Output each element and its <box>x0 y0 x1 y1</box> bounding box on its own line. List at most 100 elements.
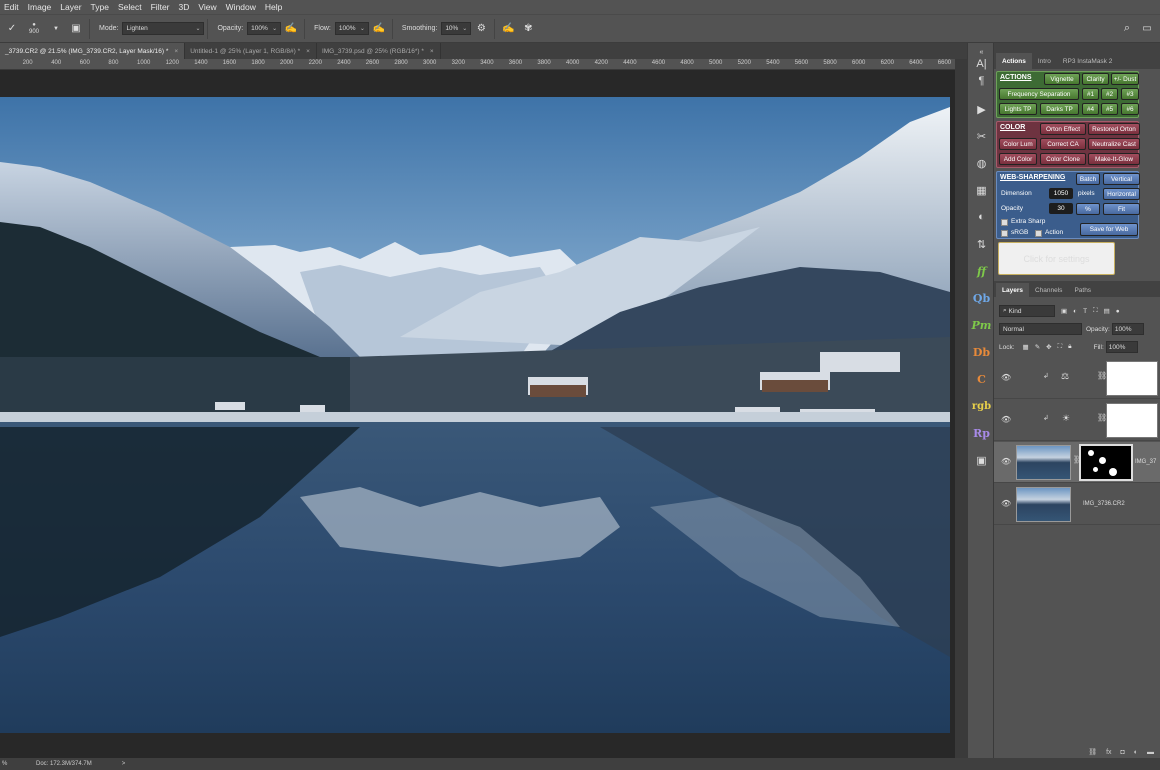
tab-actions[interactable]: Actions <box>996 53 1032 69</box>
lights-tp-button[interactable]: Lights TP <box>999 103 1037 115</box>
swatches-icon[interactable]: ◍ <box>968 154 995 172</box>
shape-filter-icon[interactable]: ⛶ <box>1093 307 1098 315</box>
brush-tool-icon[interactable]: ✓ <box>5 22 19 36</box>
dimension-input[interactable]: 1050 <box>1049 188 1073 199</box>
action-6-button[interactable]: #6 <box>1121 103 1139 115</box>
eye-icon[interactable]: 👁︎ <box>1001 499 1011 508</box>
gear-icon[interactable]: ⚙ <box>474 22 488 36</box>
orton-effect-button[interactable]: Orton Effect <box>1040 123 1086 135</box>
tool-presets-icon[interactable]: ✂ <box>968 127 995 145</box>
db-plugin-icon[interactable]: Db <box>968 343 995 361</box>
close-icon[interactable]: × <box>430 48 434 55</box>
airbrush-icon[interactable]: ✍ <box>372 22 386 36</box>
layer-opacity-field[interactable]: 100% <box>1111 323 1144 335</box>
action-5-button[interactable]: #5 <box>1101 103 1118 115</box>
lock-transparent-icon[interactable]: ▦ <box>1023 343 1029 351</box>
neutralize-cast-button[interactable]: Neutralize Cast <box>1088 138 1140 150</box>
eye-icon[interactable]: 👁︎ <box>1001 457 1011 466</box>
action-4-button[interactable]: #4 <box>1082 103 1099 115</box>
percent-button[interactable]: % <box>1076 203 1100 215</box>
adjustment-filter-icon[interactable]: ◐ <box>1073 308 1077 315</box>
color-header[interactable]: COLOR <box>1000 124 1025 131</box>
histogram-icon[interactable]: ⇅ <box>968 235 995 253</box>
tab-untitled-1[interactable]: Untitled-1 @ 25% (Layer 1, RGB/8#) * × <box>185 43 317 59</box>
make-it-glow-button[interactable]: Make-It-Glow <box>1088 153 1140 165</box>
darks-tp-button[interactable]: Darks TP <box>1040 103 1079 115</box>
actions-header[interactable]: ACTIONS <box>1000 74 1032 81</box>
adjustments-icon[interactable]: ◐ <box>968 208 995 226</box>
opacity-input[interactable]: 30 <box>1049 203 1073 214</box>
pressure-size-icon[interactable]: ✍ <box>501 22 515 36</box>
vertical-scrollbar[interactable] <box>955 59 967 758</box>
symmetry-icon[interactable]: ✾ <box>521 22 535 36</box>
menu-window[interactable]: Window <box>226 2 256 12</box>
mode-select[interactable]: Lighten ⌄ <box>122 22 205 35</box>
document-canvas[interactable] <box>0 97 950 733</box>
chevron-down-icon[interactable]: ▼ <box>49 22 63 36</box>
vertical-button[interactable]: Vertical <box>1103 173 1140 185</box>
eye-icon[interactable]: 👁︎ <box>1001 415 1011 424</box>
tab-layers[interactable]: Layers <box>996 283 1029 297</box>
play-icon[interactable]: ▶ <box>968 100 995 118</box>
brush-settings-icon[interactable]: ▣ <box>69 22 83 36</box>
zoom-level[interactable]: % <box>2 761 32 767</box>
frequency-separation-button[interactable]: Frequency Separation <box>999 88 1079 100</box>
smoothing-field[interactable]: 10% ⌄ <box>441 22 472 35</box>
action-3-button[interactable]: #3 <box>1121 88 1139 100</box>
dust-button[interactable]: +/- Dust <box>1111 73 1139 85</box>
opacity-field[interactable]: 100% ⌄ <box>247 22 282 35</box>
menu-select[interactable]: Select <box>118 2 142 12</box>
status-menu-arrow[interactable]: > <box>122 761 126 767</box>
type-filter-icon[interactable]: T <box>1083 308 1087 315</box>
add-color-button[interactable]: Add Color <box>999 153 1037 165</box>
layer-row-selected[interactable]: 👁︎ ⛓ IMG_37 <box>994 442 1160 483</box>
rgb-plugin-icon[interactable]: rgb <box>968 397 995 415</box>
close-icon[interactable]: × <box>174 48 178 55</box>
menu-3d[interactable]: 3D <box>179 2 190 12</box>
layer-thumbnail[interactable] <box>1016 487 1071 522</box>
vignette-button[interactable]: Vignette <box>1044 73 1080 85</box>
adjustment-layer-icon[interactable]: ◐ <box>1134 749 1138 756</box>
layer-row[interactable]: 👁︎ IMG_3736.CR2 <box>994 484 1160 525</box>
menu-edit[interactable]: Edit <box>4 2 19 12</box>
layer-name[interactable]: IMG_3736.CR2 <box>1083 501 1125 507</box>
layer-thumbnail[interactable] <box>1016 445 1071 480</box>
lock-position-icon[interactable]: ✥ <box>1046 343 1051 351</box>
c-plugin-icon[interactable]: C <box>968 370 995 388</box>
menu-image[interactable]: Image <box>28 2 52 12</box>
link-layers-icon[interactable]: ⛓ <box>1088 748 1097 756</box>
workspace-icon[interactable]: ▭ <box>1140 22 1154 36</box>
tab-rp3-instamask[interactable]: RP3 InstaMask 2 <box>1057 53 1119 69</box>
eye-icon[interactable]: 👁︎ <box>1001 373 1011 382</box>
lock-artboard-icon[interactable]: ⛶ <box>1058 343 1063 351</box>
close-icon[interactable]: × <box>306 48 310 55</box>
menu-layer[interactable]: Layer <box>60 2 81 12</box>
blend-mode-select[interactable]: Normal <box>999 323 1082 335</box>
action-2-button[interactable]: #2 <box>1101 88 1118 100</box>
pm-plugin-icon[interactable]: Pm <box>968 316 995 334</box>
filter-toggle-icon[interactable]: ● <box>1116 308 1120 315</box>
tab-intro[interactable]: Intro <box>1032 53 1057 69</box>
web-sharpening-header[interactable]: WEB-SHARPENING <box>1000 174 1065 181</box>
lock-all-icon[interactable]: 🔒︎ <box>1068 343 1071 351</box>
qb-plugin-icon[interactable]: Qb <box>968 289 995 307</box>
batch-button[interactable]: Batch <box>1076 173 1100 185</box>
lock-pixels-icon[interactable]: ✎ <box>1035 343 1040 351</box>
canvas-area[interactable] <box>0 70 955 758</box>
layer-name[interactable]: IMG_37 <box>1135 459 1156 465</box>
new-group-icon[interactable]: ▬ <box>1147 749 1154 756</box>
tab-img-3739-psd[interactable]: IMG_3739.psd @ 25% (RGB/16*) * × <box>317 43 441 59</box>
character-icon[interactable]: A| <box>968 55 995 73</box>
rp-plugin-icon[interactable]: Rp <box>968 424 995 442</box>
tab-img-3739-cr2[interactable]: _3739.CR2 @ 21.5% (IMG_3739.CR2, Layer M… <box>0 43 186 59</box>
tab-channels[interactable]: Channels <box>1029 283 1068 297</box>
add-mask-icon[interactable]: ◘ <box>1121 749 1125 756</box>
flow-field[interactable]: 100% ⌄ <box>334 22 369 35</box>
restored-orton-button[interactable]: Restored Orton <box>1088 123 1140 135</box>
paragraph-icon[interactable]: ¶ <box>968 72 995 90</box>
color-lum-button[interactable]: Color Lum <box>999 138 1037 150</box>
action-1-button[interactable]: #1 <box>1082 88 1099 100</box>
layer-mask-thumbnail[interactable] <box>1106 403 1158 438</box>
color-clone-button[interactable]: Color Clone <box>1040 153 1086 165</box>
properties-icon[interactable]: ▣ <box>968 451 995 469</box>
